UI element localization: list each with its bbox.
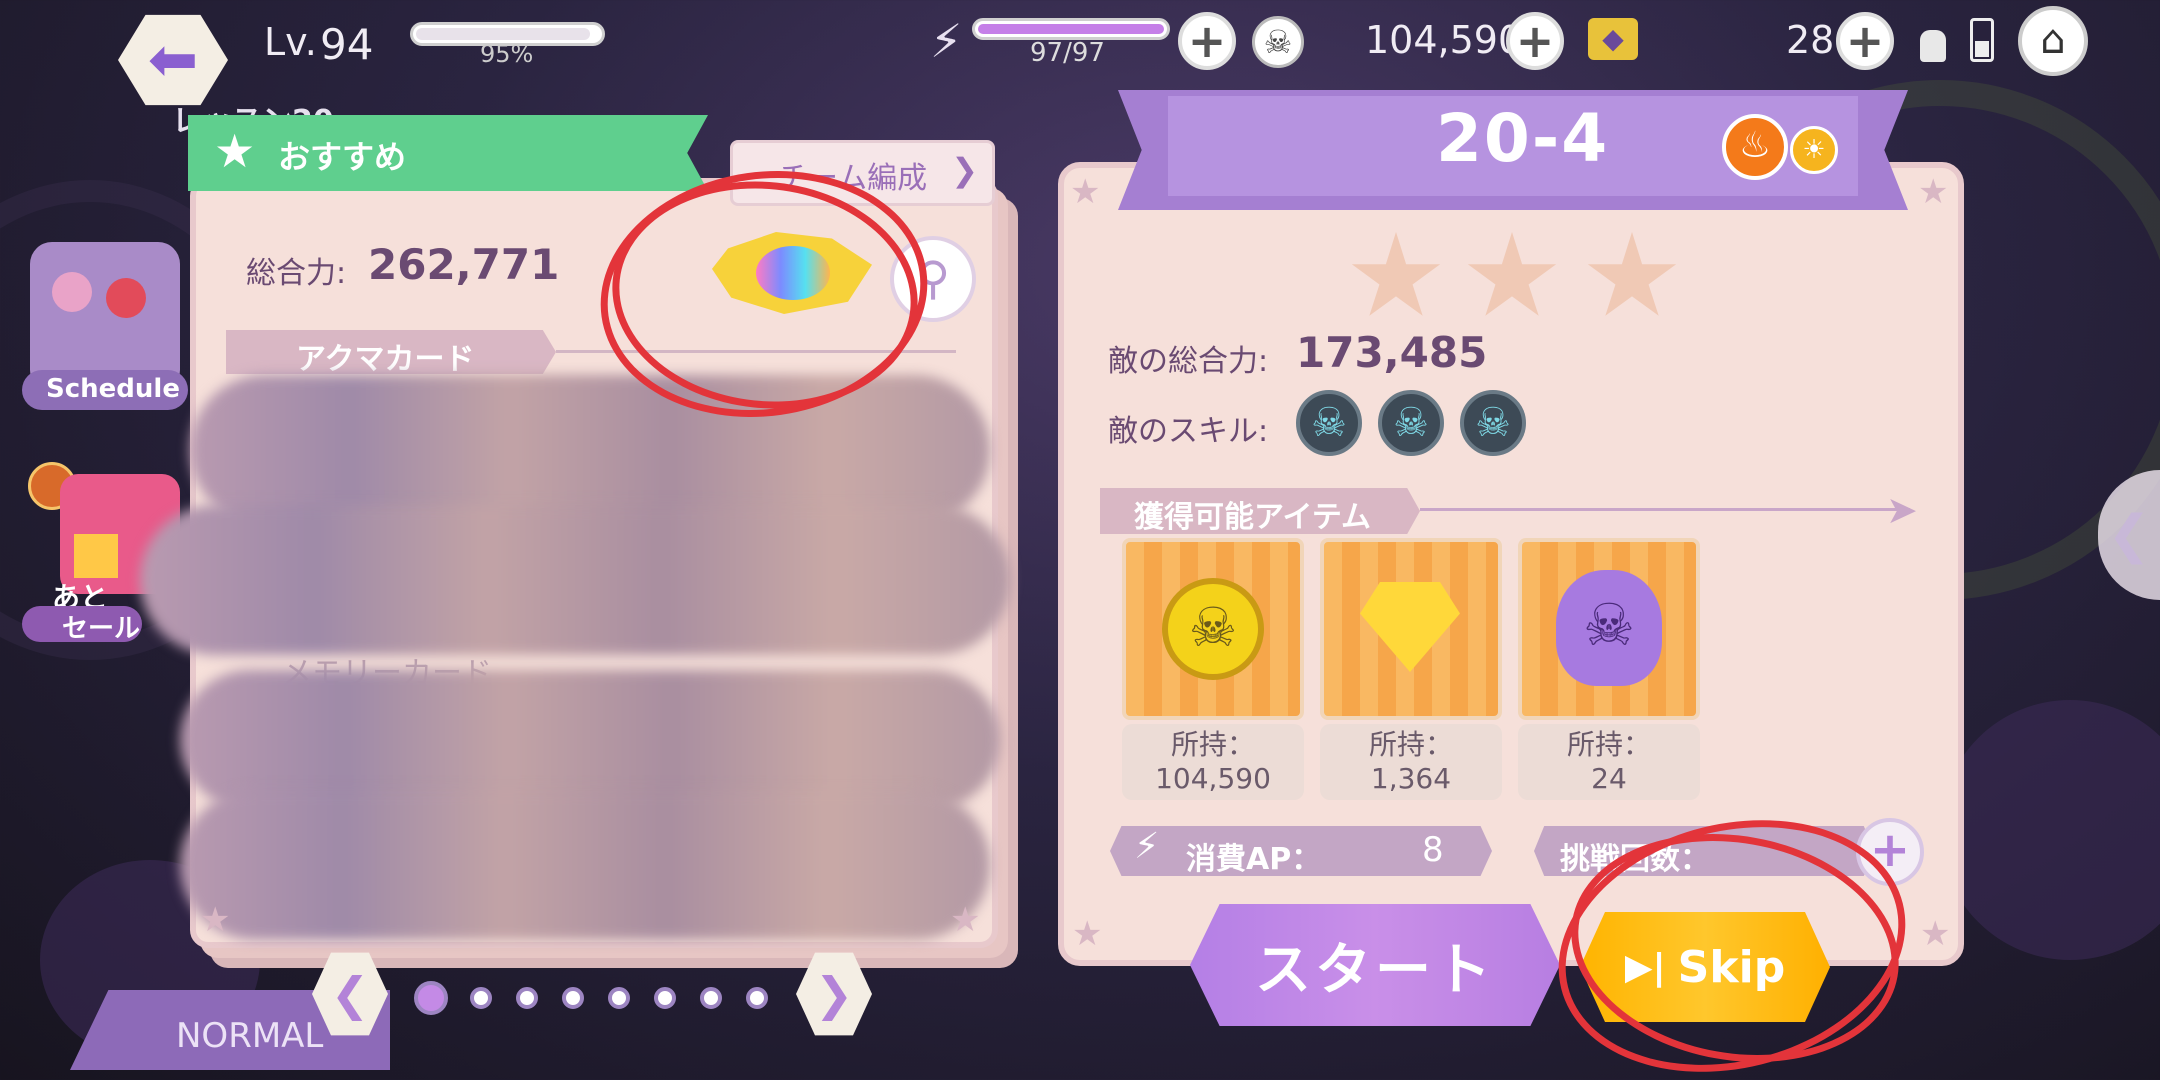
- chevron-right-icon: ❯: [951, 151, 978, 189]
- owned-value: 1,364: [1370, 762, 1452, 795]
- schedule-character-icon: [52, 272, 92, 312]
- owned-value: 104,590: [1155, 762, 1271, 795]
- battery-icon: [1970, 18, 1994, 62]
- stamina-icon: ⚡: [930, 14, 963, 68]
- akuma-cards-blurred: [190, 375, 990, 525]
- start-button[interactable]: スタート: [1190, 904, 1560, 1026]
- obtainable-items-label: 獲得可能アイテム: [1134, 500, 1371, 535]
- coin-count: 104,590: [1365, 18, 1523, 62]
- enemy-power-value: 173,485: [1296, 328, 1488, 377]
- chevron-left-icon: ❮: [2107, 505, 2151, 565]
- owned-count-skull: 所持： 24: [1518, 724, 1700, 800]
- total-power-value: 262,771: [368, 240, 560, 289]
- bg-flowers: [1940, 700, 2160, 960]
- reward-item-coin[interactable]: ☠: [1122, 538, 1304, 720]
- corner-star-icon: ★: [200, 900, 231, 940]
- arrow-right-icon: ➤: [1886, 488, 1918, 532]
- exp-percent: 95%: [480, 40, 534, 68]
- owned-label: 所持：: [1566, 728, 1651, 761]
- enemy-power-label: 敵の総合力:: [1108, 344, 1269, 379]
- strawberry-icon: [106, 278, 146, 318]
- page-dot[interactable]: [470, 987, 492, 1009]
- home-button[interactable]: ⌂: [2018, 6, 2088, 76]
- yellow-gem-icon: [1360, 582, 1460, 672]
- start-label: スタート: [1255, 937, 1495, 1003]
- gem-icon: ◆: [1588, 18, 1638, 60]
- owned-label: 所持：: [1170, 728, 1255, 761]
- recommend-banner: [188, 115, 708, 191]
- stage-title: 20-4: [1436, 100, 1610, 177]
- owned-count-gem: 所持： 1,364: [1320, 724, 1502, 800]
- enemy-skill-icon-1[interactable]: ☠: [1296, 390, 1362, 456]
- recommend-label: おすすめ: [278, 138, 407, 176]
- fire-attribute-icon: ♨: [1722, 114, 1788, 180]
- memory-cards-blurred: [180, 670, 1000, 810]
- back-arrow-icon: ⬅: [147, 25, 199, 95]
- star-icon: ★: [214, 124, 256, 178]
- page-dot[interactable]: [608, 987, 630, 1009]
- chevron-right-icon: ❯: [814, 967, 854, 1021]
- avatar-mini-icon: [1920, 30, 1946, 62]
- page-dot-active[interactable]: [414, 981, 448, 1015]
- lightning-icon: ⚡: [1134, 826, 1160, 867]
- sale-label: セール: [62, 614, 141, 644]
- home-icon: ⌂: [2040, 17, 2066, 63]
- enemy-skill-label: 敵のスキル:: [1108, 414, 1269, 449]
- corner-star-icon: ★: [1920, 914, 1951, 954]
- page-dot[interactable]: [516, 987, 538, 1009]
- enemy-skill-icon-2[interactable]: ☠: [1378, 390, 1444, 456]
- ap-cost-label: 消費AP：: [1186, 842, 1322, 877]
- owned-value: 24: [1591, 762, 1627, 795]
- next-page-button[interactable]: ❯: [796, 952, 872, 1036]
- add-stamina-button[interactable]: +: [1178, 12, 1236, 70]
- stamina-bar: [972, 18, 1170, 40]
- owned-count-coin: 所持： 104,590: [1122, 724, 1304, 800]
- level-label: Lv.: [264, 20, 317, 64]
- stamina-text: 97/97: [1030, 38, 1105, 68]
- add-gems-button[interactable]: +: [1836, 12, 1894, 70]
- skull-coin-icon: ☠: [1162, 578, 1264, 680]
- corner-star-icon: ★: [1918, 172, 1949, 212]
- purple-skull-icon: ☠: [1556, 570, 1662, 686]
- chevron-left-icon: ❮: [330, 967, 370, 1021]
- sun-attribute-icon: ☀: [1790, 126, 1838, 174]
- page-dot[interactable]: [746, 987, 768, 1009]
- owned-label: 所持：: [1368, 728, 1453, 761]
- skull-coin-icon: ☠: [1252, 16, 1304, 68]
- gem-count: 28: [1786, 18, 1835, 62]
- akuma-cards-blurred: [140, 505, 1010, 655]
- page-dot[interactable]: [700, 987, 722, 1009]
- back-button[interactable]: ⬅: [118, 14, 228, 106]
- divider: [1420, 508, 1910, 511]
- ap-cost-value: 8: [1422, 830, 1444, 870]
- add-coins-button[interactable]: +: [1506, 12, 1564, 70]
- schedule-label: Schedule: [46, 374, 180, 404]
- level-value: 94: [320, 20, 374, 69]
- total-power-label: 総合力:: [246, 256, 347, 291]
- gift-icon: [74, 534, 118, 578]
- reward-item-skull[interactable]: ☠: [1518, 538, 1700, 720]
- page-dot[interactable]: [562, 987, 584, 1009]
- corner-star-icon: ★: [950, 900, 981, 940]
- akuma-card-label: アクマカード: [296, 342, 475, 377]
- memory-cards-blurred: [180, 790, 990, 940]
- page-dot[interactable]: [654, 987, 676, 1009]
- mode-label: NORMAL: [176, 1016, 324, 1056]
- enemy-skill-icon-3[interactable]: ☠: [1460, 390, 1526, 456]
- corner-star-icon: ★: [1070, 172, 1101, 212]
- reward-item-gem[interactable]: [1320, 538, 1502, 720]
- corner-star-icon: ★: [1072, 914, 1103, 954]
